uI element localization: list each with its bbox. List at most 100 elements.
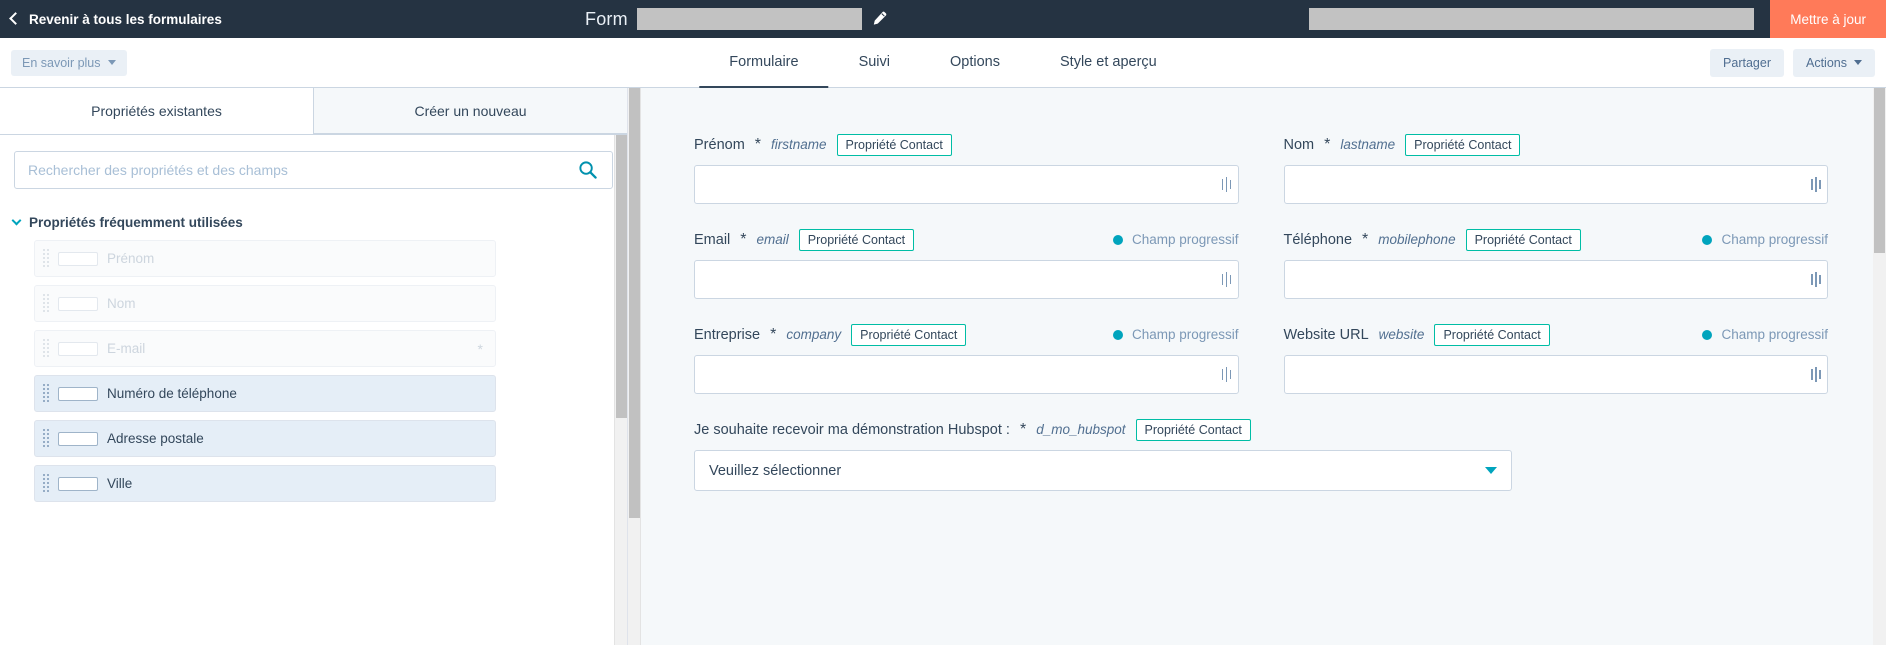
field-input[interactable] <box>694 260 1239 299</box>
field-internal-name: mobilephone <box>1378 232 1456 247</box>
contact-property-badge[interactable]: Propriété Contact <box>1135 418 1251 441</box>
chevron-down-icon <box>1854 60 1862 65</box>
sidebar-tabs: Propriétés existantes Créer un nouveau <box>0 88 627 135</box>
tab-options[interactable]: Options <box>920 38 1030 89</box>
contact-property-badge[interactable]: Propriété Contact <box>1405 133 1521 156</box>
field-preview-icon <box>58 476 98 491</box>
field-preview-icon <box>58 431 98 446</box>
editor-body: Propriétés existantes Créer un nouveau P… <box>0 88 1886 645</box>
contact-property-badge[interactable]: Propriété Contact <box>851 323 967 346</box>
field-input[interactable] <box>1283 355 1828 394</box>
drag-handle-icon[interactable] <box>43 473 49 494</box>
search-icon[interactable] <box>578 160 597 179</box>
field-header: Téléphone * mobilephone Propriété Contac… <box>1283 227 1828 252</box>
chevron-down-icon <box>107 60 116 65</box>
contact-property-badge[interactable]: Propriété Contact <box>1434 323 1550 346</box>
field-preview-icon <box>58 251 98 266</box>
resize-handle-icon[interactable] <box>1221 272 1231 287</box>
list-item-label: E-mail <box>107 341 146 356</box>
progressive-dot-icon <box>1112 234 1123 245</box>
drag-handle-icon[interactable] <box>43 383 49 404</box>
required-indicator: * <box>1019 420 1027 438</box>
tab-bar-actions: Partager Actions <box>1710 48 1875 77</box>
back-to-forms-link[interactable]: Revenir à tous les formulaires <box>0 12 222 27</box>
list-item[interactable]: Ville <box>34 465 496 502</box>
field-input[interactable] <box>1283 260 1828 299</box>
progressive-field-label: Champ progressif <box>1721 232 1828 247</box>
list-item-label: Ville <box>107 476 133 491</box>
tab-style-apercu[interactable]: Style et aperçu <box>1030 38 1187 89</box>
update-button[interactable]: Mettre à jour <box>1770 0 1886 38</box>
actions-button[interactable]: Actions <box>1793 48 1875 77</box>
field-label: Téléphone <box>1283 231 1353 248</box>
list-item[interactable]: Adresse postale <box>34 420 496 457</box>
progressive-field-label: Champ progressif <box>1721 327 1828 342</box>
actions-label: Actions <box>1806 55 1847 70</box>
form-field-company[interactable]: Entreprise * company Propriété Contact C… <box>694 322 1239 394</box>
form-url-field[interactable] <box>1309 8 1755 30</box>
properties-sidebar: Propriétés existantes Créer un nouveau P… <box>0 88 628 645</box>
form-field-mobilephone[interactable]: Téléphone * mobilephone Propriété Contac… <box>1283 227 1828 299</box>
resize-handle-icon[interactable] <box>1811 177 1821 192</box>
field-label: Prénom <box>694 136 745 153</box>
required-indicator: * <box>1324 135 1331 153</box>
resize-handle-icon[interactable] <box>1811 272 1821 287</box>
tab-formulaire[interactable]: Formulaire <box>699 38 829 89</box>
required-indicator: * <box>477 340 483 357</box>
required-indicator: * <box>770 325 777 343</box>
resize-handle-icon[interactable] <box>1221 367 1231 382</box>
list-item-label: Nom <box>107 296 136 311</box>
group-frequently-used[interactable]: Propriétés fréquemment utilisées <box>0 189 627 240</box>
resize-handle-icon[interactable] <box>1811 367 1821 382</box>
field-preview-icon <box>58 296 98 311</box>
field-input[interactable] <box>1283 165 1828 204</box>
list-item[interactable]: Numéro de téléphone <box>34 375 496 412</box>
field-internal-name: d_mo_hubspot <box>1036 422 1126 437</box>
form-name-field[interactable] <box>636 8 862 30</box>
canvas-left-scrollbar[interactable] <box>628 88 641 645</box>
sidebar-tab-create-new[interactable]: Créer un nouveau <box>313 88 627 134</box>
field-input[interactable] <box>694 165 1239 204</box>
field-header: Prénom * firstname Propriété Contact <box>694 132 1239 157</box>
form-title-group: Form <box>585 8 887 30</box>
select-input[interactable]: Veuillez sélectionner <box>694 450 1512 491</box>
progressive-field-label: Champ progressif <box>1131 232 1239 247</box>
chevron-down-icon[interactable] <box>1485 467 1497 474</box>
form-field-website[interactable]: Website URL website Propriété Contact Ch… <box>1283 322 1828 394</box>
contact-property-badge[interactable]: Propriété Contact <box>798 228 915 251</box>
field-header: Nom * lastname Propriété Contact <box>1284 132 1829 157</box>
field-internal-name: lastname <box>1340 137 1396 152</box>
progressive-field-indicator: Champ progressif <box>1702 232 1828 247</box>
canvas-scrollbar[interactable] <box>1873 88 1886 645</box>
form-field-lastname[interactable]: Nom * lastname Propriété Contact <box>1283 132 1829 204</box>
chevron-down-icon <box>11 215 22 226</box>
canvas-scrollbar-thumb[interactable] <box>1874 88 1885 253</box>
field-label: Nom <box>1283 136 1315 153</box>
tab-bar: En savoir plus Formulaire Suivi Options … <box>0 38 1886 89</box>
share-button[interactable]: Partager <box>1710 48 1784 77</box>
progressive-dot-icon <box>1112 329 1123 340</box>
form-field-firstname[interactable]: Prénom * firstname Propriété Contact <box>694 132 1239 204</box>
form-field-email[interactable]: Email * email Propriété Contact Champ pr… <box>694 227 1239 299</box>
pencil-icon[interactable] <box>871 11 887 27</box>
tab-suivi[interactable]: Suivi <box>829 38 920 89</box>
learn-more-button[interactable]: En savoir plus <box>11 49 127 76</box>
resize-handle-icon[interactable] <box>1221 177 1231 192</box>
contact-property-badge[interactable]: Propriété Contact <box>836 133 952 156</box>
search-input[interactable] <box>14 151 613 189</box>
form-field-demo-hubspot[interactable]: Je souhaite recevoir ma démonstration Hu… <box>694 417 1828 491</box>
canvas-left-scrollbar-thumb[interactable] <box>629 88 640 518</box>
drag-handle-icon[interactable] <box>43 428 49 449</box>
drag-handle-icon <box>43 248 49 269</box>
field-input[interactable] <box>694 355 1239 394</box>
contact-property-badge[interactable]: Propriété Contact <box>1465 228 1581 251</box>
progressive-dot-icon <box>1702 234 1713 245</box>
required-indicator: * <box>754 135 762 153</box>
sidebar-scrollbar-thumb[interactable] <box>616 135 627 418</box>
progressive-field-indicator: Champ progressif <box>1702 327 1828 342</box>
field-label: Entreprise <box>694 326 761 343</box>
field-label: Website URL <box>1283 326 1369 343</box>
field-header: Email * email Propriété Contact Champ pr… <box>694 227 1239 252</box>
editor-tabs: Formulaire Suivi Options Style et aperçu <box>699 38 1187 89</box>
sidebar-tab-existing-properties[interactable]: Propriétés existantes <box>0 88 313 134</box>
